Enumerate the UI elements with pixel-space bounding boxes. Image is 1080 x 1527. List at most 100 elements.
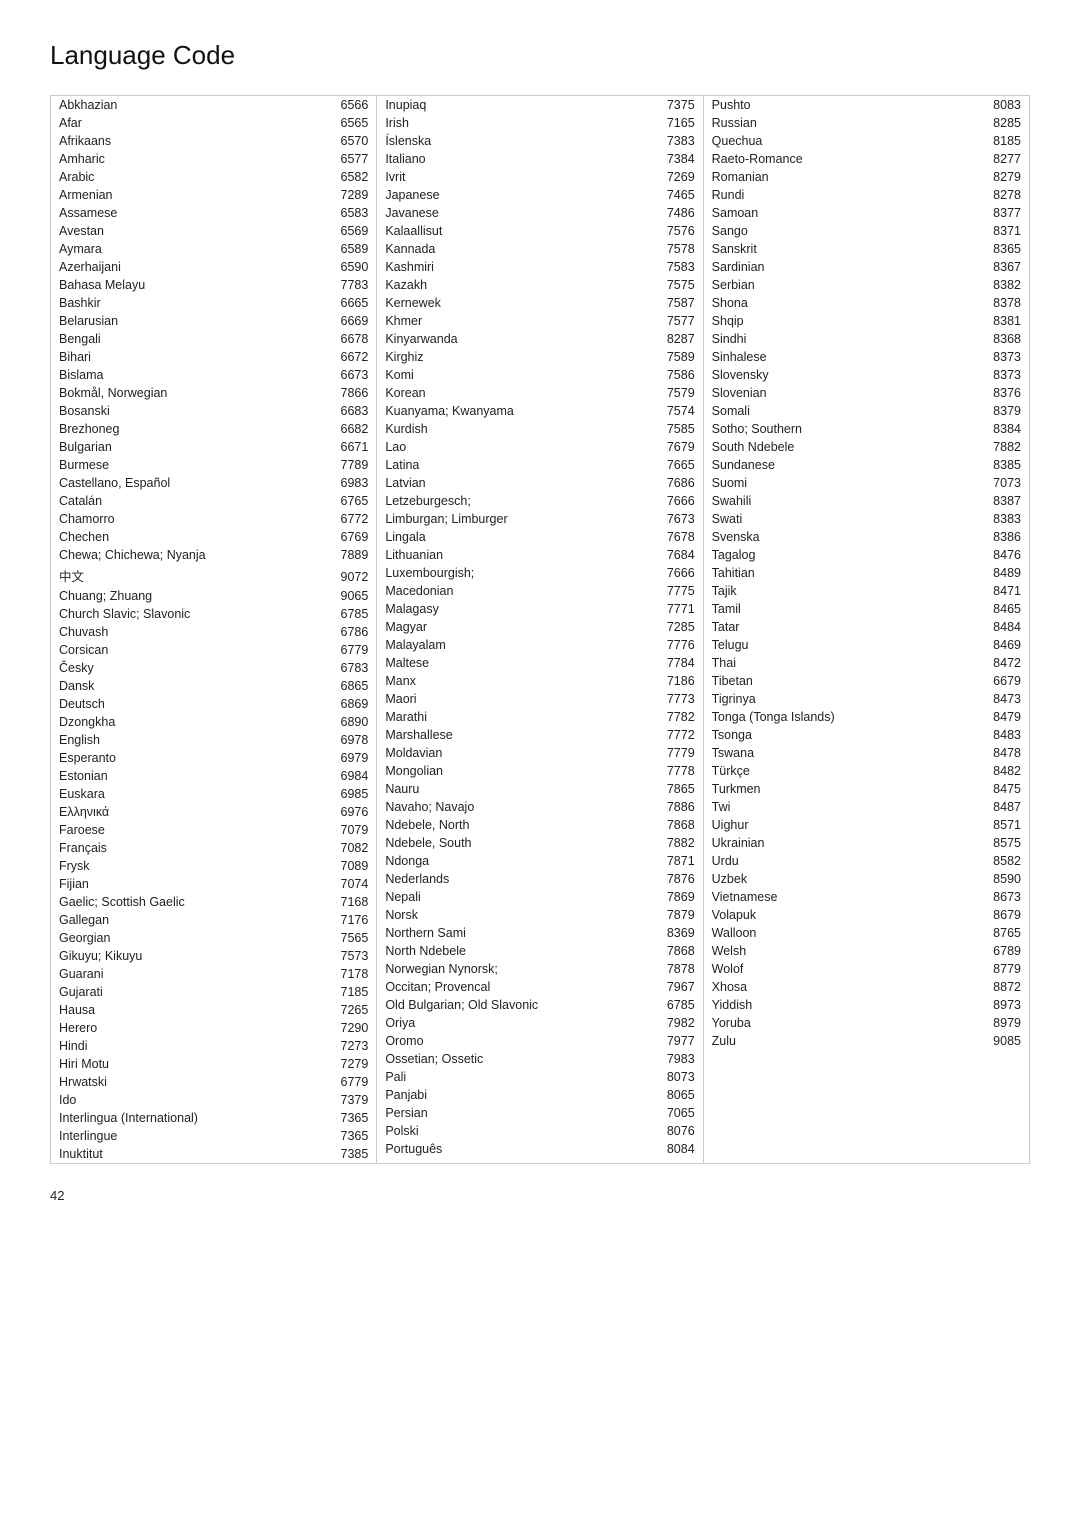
table-row: Nepali7869 [377,888,702,906]
table-row: Armenian7289 [51,186,376,204]
language-code: 8575 [983,836,1021,850]
language-code: 8473 [983,692,1021,706]
table-row: Tonga (Tonga Islands)8479 [704,708,1029,726]
language-name: Oromo [385,1034,656,1048]
table-row: Kazakh7575 [377,276,702,294]
table-row: Oromo7977 [377,1032,702,1050]
language-name: Twi [712,800,983,814]
language-code: 7573 [330,949,368,963]
language-name: Ivrit [385,170,656,184]
table-row: Yiddish8973 [704,996,1029,1014]
language-code: 7982 [657,1016,695,1030]
table-row: Sardinian8367 [704,258,1029,276]
table-row: Macedonian7775 [377,582,702,600]
table-row: Nauru7865 [377,780,702,798]
language-name: Faroese [59,823,330,837]
table-row: Interlingue7365 [51,1127,376,1145]
language-code: 6785 [330,607,368,621]
language-code: 7585 [657,422,695,436]
language-name: Tibetan [712,674,983,688]
language-name: South Ndebele [712,440,983,454]
language-name: Sundanese [712,458,983,472]
language-code: 8365 [983,242,1021,256]
language-code: 8872 [983,980,1021,994]
language-code: 6672 [330,350,368,364]
language-name: Irish [385,116,656,130]
table-row: Korean7579 [377,384,702,402]
language-code: 6979 [330,751,368,765]
language-code: 7579 [657,386,695,400]
language-code: 7684 [657,548,695,562]
language-code: 7673 [657,512,695,526]
language-code: 7073 [983,476,1021,490]
language-name: Türkçe [712,764,983,778]
language-code: 8469 [983,638,1021,652]
language-name: Tonga (Tonga Islands) [712,710,983,724]
table-row: Íslenska7383 [377,132,702,150]
table-row: Panjabi8065 [377,1086,702,1104]
language-name: Wolof [712,962,983,976]
language-column-3: Pushto8083Russian8285Quechua8185Raeto-Ro… [703,95,1030,1164]
table-row: Oriya7982 [377,1014,702,1032]
language-code: 8287 [657,332,695,346]
language-code: 7082 [330,841,368,855]
language-code: 7779 [657,746,695,760]
table-row: Tsonga8483 [704,726,1029,744]
language-name: Ido [59,1093,330,1107]
language-code: 8277 [983,152,1021,166]
language-name: Kazakh [385,278,656,292]
language-name: Português [385,1142,656,1156]
language-code: 7273 [330,1039,368,1053]
table-row: Azerhaijani6590 [51,258,376,276]
language-code: 8479 [983,710,1021,724]
language-name: Tsonga [712,728,983,742]
table-row: Abkhazian6566 [51,96,376,114]
language-name: Svenska [712,530,983,544]
language-name: Inuktitut [59,1147,330,1161]
language-name: Nepali [385,890,656,904]
language-name: Slovenian [712,386,983,400]
language-code: 7869 [657,890,695,904]
language-code: 7882 [657,836,695,850]
language-code: 7168 [330,895,368,909]
language-name: Bulgarian [59,440,330,454]
language-code: 8779 [983,962,1021,976]
language-name: Fijian [59,877,330,891]
language-name: Uzbek [712,872,983,886]
language-name: Brezhoneg [59,422,330,436]
language-name: Japanese [385,188,656,202]
table-row: Tahitian8489 [704,564,1029,582]
language-name: Armenian [59,188,330,202]
table-row: Persian7065 [377,1104,702,1122]
language-code: 6669 [330,314,368,328]
language-code: 9065 [330,589,368,603]
language-name: Persian [385,1106,656,1120]
language-name: Hiri Motu [59,1057,330,1071]
table-row: Telugu8469 [704,636,1029,654]
language-name: Amharic [59,152,330,166]
language-name: Volapuk [712,908,983,922]
language-code: 7375 [657,98,695,112]
language-name: Kinyarwanda [385,332,656,346]
table-row: Kashmiri7583 [377,258,702,276]
language-name: Esperanto [59,751,330,765]
language-code: 6869 [330,697,368,711]
table-row: Russian8285 [704,114,1029,132]
language-code: 6678 [330,332,368,346]
table-row: Georgian7565 [51,929,376,947]
table-row: Chewa; Chichewa; Nyanja7889 [51,546,376,564]
language-code: 8679 [983,908,1021,922]
language-code: 7065 [657,1106,695,1120]
language-code: 8378 [983,296,1021,310]
table-row: Aymara6589 [51,240,376,258]
table-row: Ndebele, North7868 [377,816,702,834]
language-name: Interlingua (International) [59,1111,330,1125]
language-code: 7789 [330,458,368,472]
language-code: 7079 [330,823,368,837]
table-row: Norsk7879 [377,906,702,924]
table-row: Tagalog8476 [704,546,1029,564]
language-name: Kuanyama; Kwanyama [385,404,656,418]
language-name: Chewa; Chichewa; Nyanja [59,548,330,562]
language-name: Luxembourgish; [385,566,656,580]
language-name: Javanese [385,206,656,220]
